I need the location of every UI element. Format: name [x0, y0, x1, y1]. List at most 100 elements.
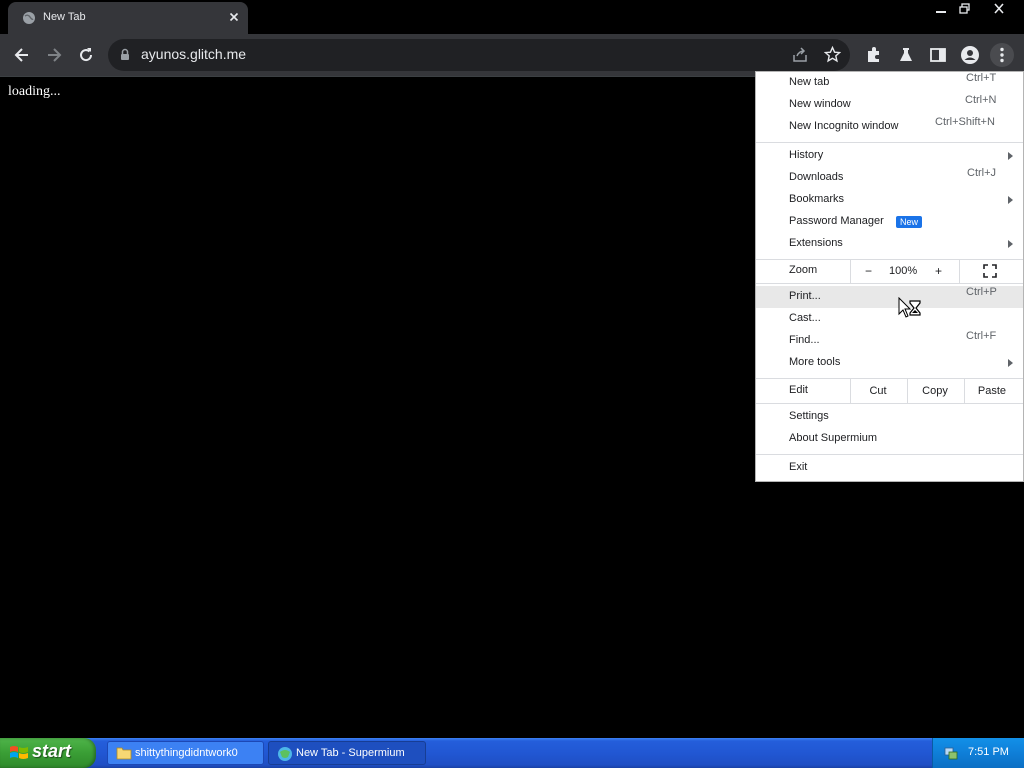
globe-icon — [23, 12, 35, 24]
menu-item-downloads[interactable]: Downloads Ctrl+J — [756, 167, 1023, 189]
cut-button[interactable]: Cut — [850, 385, 906, 397]
zoom-divider — [959, 259, 960, 283]
menu-item-label: New Incognito window — [789, 120, 899, 132]
menu-item-label: Exit — [789, 461, 808, 473]
menu-item-history[interactable]: History — [756, 145, 1023, 167]
network-icon[interactable] — [943, 745, 959, 761]
menu-item-label: New tab — [789, 76, 830, 88]
extensions-button[interactable] — [862, 43, 886, 67]
zoom-in-button[interactable]: + — [935, 264, 942, 278]
menu-shortcut: Ctrl+J — [967, 167, 997, 179]
app-menu: New tab Ctrl+T New window Ctrl+N New Inc… — [755, 71, 1024, 482]
page-loading-text: loading... — [8, 84, 61, 99]
windows-flag-icon — [10, 746, 28, 759]
folder-icon — [116, 747, 132, 760]
arrow-left-icon — [14, 48, 28, 62]
menu-item-label: Find... — [789, 334, 820, 346]
start-label: start — [32, 741, 72, 761]
menu-item-new-incognito[interactable]: New Incognito window Ctrl+Shift+N — [756, 116, 1023, 138]
taskbar-item-folder[interactable]: shittythingdidntwork0 — [107, 741, 264, 765]
clock: 7:51 PM — [968, 746, 1009, 758]
menu-item-label: History — [789, 149, 824, 161]
zoom-value: 100% — [889, 265, 918, 277]
menu-separator — [756, 403, 1023, 404]
taskbar: start shittythingdidntwork0 New Tab - Su… — [0, 738, 1024, 768]
back-button[interactable] — [10, 43, 34, 67]
side-panel-button[interactable] — [926, 43, 950, 67]
new-badge: New — [896, 216, 923, 228]
menu-shortcut: Ctrl+N — [965, 94, 997, 106]
reload-button[interactable] — [74, 43, 98, 67]
menu-item-cast[interactable]: Cast... — [756, 308, 1023, 330]
menu-item-bookmarks[interactable]: Bookmarks — [756, 189, 1023, 211]
lock-icon[interactable] — [120, 48, 130, 61]
restore-button[interactable] — [950, 0, 980, 18]
menu-item-label: Cast... — [789, 312, 821, 324]
flask-icon — [900, 48, 912, 61]
address-bar[interactable]: ayunos.glitch.me — [108, 39, 850, 71]
zoom-divider — [850, 259, 851, 283]
side-panel-icon — [930, 48, 946, 62]
menu-item-print[interactable]: Print... Ctrl+P — [756, 286, 1023, 308]
menu-shortcut: Ctrl+F — [966, 330, 997, 342]
close-icon — [994, 3, 1004, 14]
fullscreen-icon[interactable] — [983, 264, 997, 278]
submenu-arrow-icon — [1008, 196, 1013, 204]
menu-item-more-tools[interactable]: More tools — [756, 352, 1023, 374]
menu-separator — [756, 454, 1023, 455]
menu-shortcut: Ctrl+Shift+N — [935, 116, 995, 128]
close-tab-icon[interactable] — [227, 10, 241, 24]
paste-button[interactable]: Paste — [964, 385, 1020, 397]
browser-tab[interactable]: New Tab — [8, 2, 248, 34]
forward-button[interactable] — [42, 43, 66, 67]
browser-toolbar: ayunos.glitch.me — [0, 34, 1024, 76]
minimize-icon — [936, 11, 946, 13]
menu-button[interactable] — [990, 43, 1014, 67]
menu-item-about[interactable]: About Supermium — [756, 428, 1023, 450]
menu-item-label: More tools — [789, 356, 841, 368]
tab-title: New Tab — [43, 11, 86, 23]
menu-item-find[interactable]: Find... Ctrl+F — [756, 330, 1023, 352]
star-icon[interactable] — [824, 46, 841, 63]
restore-icon — [959, 3, 970, 14]
menu-item-label: Settings — [789, 410, 829, 422]
share-icon[interactable] — [792, 47, 808, 63]
submenu-arrow-icon — [1008, 359, 1013, 367]
menu-separator — [756, 142, 1023, 143]
zoom-label: Zoom — [789, 264, 818, 276]
menu-shortcut: Ctrl+P — [966, 286, 997, 298]
copy-button[interactable]: Copy — [907, 385, 963, 397]
menu-item-exit[interactable]: Exit — [756, 457, 1023, 479]
profile-button[interactable] — [958, 43, 982, 67]
submenu-arrow-icon — [1008, 240, 1013, 248]
avatar-icon — [961, 46, 979, 64]
menu-item-extensions[interactable]: Extensions — [756, 233, 1023, 255]
taskbar-item-browser[interactable]: New Tab - Supermium — [268, 741, 426, 765]
url-text[interactable]: ayunos.glitch.me — [141, 46, 246, 62]
close-window-button[interactable] — [984, 0, 1014, 18]
labs-button[interactable] — [894, 43, 918, 67]
puzzle-icon — [868, 47, 879, 62]
arrow-right-icon — [48, 48, 62, 62]
kebab-menu-icon — [1000, 47, 1004, 63]
menu-item-label: New window — [789, 98, 851, 110]
menu-item-new-window[interactable]: New window Ctrl+N — [756, 94, 1023, 116]
menu-item-password-manager[interactable]: Password Manager New — [756, 211, 1023, 233]
system-tray: 7:51 PM — [932, 738, 1024, 768]
menu-item-settings[interactable]: Settings — [756, 406, 1023, 428]
edit-label: Edit — [789, 384, 808, 396]
busy-cursor-icon — [898, 297, 921, 318]
menu-item-label: Bookmarks — [789, 193, 845, 205]
zoom-row: Zoom − 100% + — [756, 259, 1023, 283]
start-button[interactable]: start — [0, 738, 96, 768]
submenu-arrow-icon — [1008, 152, 1013, 160]
taskbar-item-label: shittythingdidntwork0 — [135, 747, 238, 759]
menu-item-new-tab[interactable]: New tab Ctrl+T — [756, 72, 1023, 94]
menu-shortcut: Ctrl+T — [966, 72, 997, 84]
menu-item-label: Password Manager — [789, 215, 884, 227]
menu-item-label: Extensions — [789, 237, 843, 249]
menu-item-label: Print... — [789, 290, 821, 302]
zoom-out-button[interactable]: − — [865, 264, 872, 278]
taskbar-item-label: New Tab - Supermium — [296, 747, 405, 759]
menu-separator — [756, 283, 1023, 284]
